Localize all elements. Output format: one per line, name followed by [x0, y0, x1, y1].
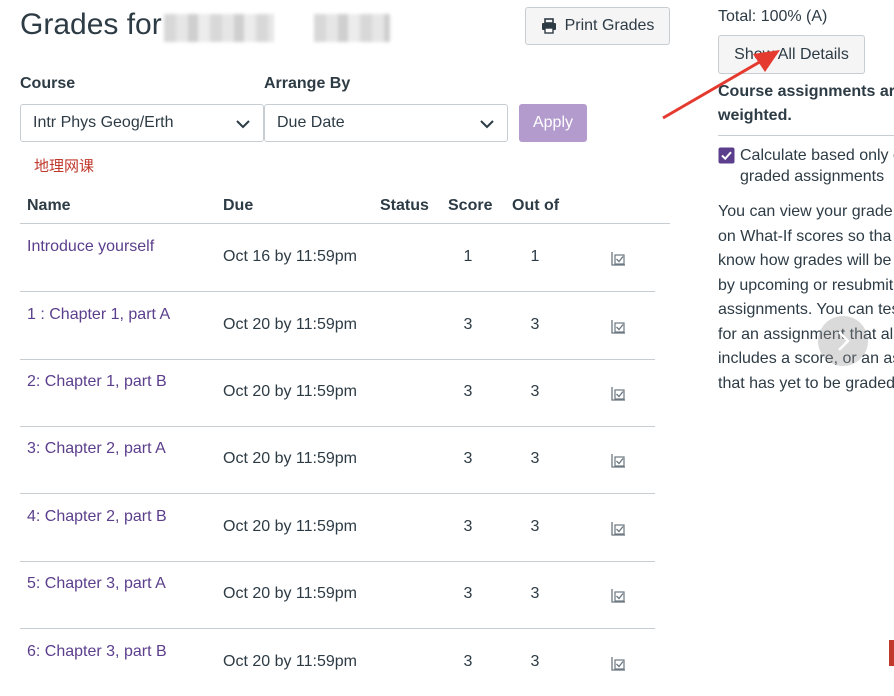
- red-arrow-annotation: [662, 50, 780, 120]
- print-grades-label: Print Grades: [564, 17, 655, 34]
- column-header-name[interactable]: Name: [27, 197, 71, 215]
- table-row: 4: Chapter 2, part B Oct 20 by 11:59pm 3…: [20, 494, 655, 562]
- out-of-value: 3: [530, 450, 540, 467]
- table-row: Introduce yourself Oct 16 by 11:59pm 1 1: [20, 224, 655, 292]
- score-value: 3: [463, 518, 473, 535]
- score-value: 1: [463, 248, 473, 265]
- chevron-down-icon: [236, 120, 250, 129]
- out-of-value: 1: [530, 248, 540, 265]
- out-of-value: 3: [530, 653, 540, 670]
- table-row: 3: Chapter 2, part A Oct 20 by 11:59pm 3…: [20, 426, 655, 494]
- assignment-link[interactable]: Introduce yourself: [27, 238, 154, 256]
- assignment-link[interactable]: 1 : Chapter 1, part A: [27, 306, 170, 324]
- calculate-graded-checkbox[interactable]: [718, 147, 735, 164]
- rubric-icon[interactable]: [610, 452, 627, 469]
- what-if-description: You can view your grade on What-If score…: [718, 200, 894, 396]
- course-select[interactable]: Intr Phys Geog/Erth: [20, 104, 264, 142]
- column-header-status[interactable]: Status: [380, 197, 429, 215]
- checkbox-label-line2: graded assignments: [740, 168, 885, 185]
- edge-marker: [889, 640, 894, 666]
- printer-icon: [541, 18, 556, 34]
- annotation-text: 地理网课: [34, 158, 95, 175]
- out-of-value: 3: [530, 518, 540, 535]
- out-of-value: 3: [530, 383, 540, 400]
- table-row: 1 : Chapter 1, part A Oct 20 by 11:59pm …: [20, 292, 655, 360]
- course-select-value: Intr Phys Geog/Erth: [33, 114, 174, 131]
- table-row: 2: Chapter 1, part B Oct 20 by 11:59pm 3…: [20, 359, 655, 427]
- rubric-icon[interactable]: [610, 385, 627, 402]
- page-title: Grades for: [20, 8, 162, 41]
- course-label: Course: [20, 75, 76, 92]
- due-date: Oct 20 by 11:59pm: [223, 653, 357, 670]
- column-header-out-of[interactable]: Out of: [512, 197, 559, 215]
- due-date: Oct 20 by 11:59pm: [223, 585, 357, 602]
- score-value: 3: [463, 316, 473, 333]
- due-date: Oct 20 by 11:59pm: [223, 383, 357, 400]
- score-value: 3: [463, 450, 473, 467]
- column-header-score[interactable]: Score: [448, 197, 492, 215]
- rubric-icon[interactable]: [610, 587, 627, 604]
- due-date: Oct 20 by 11:59pm: [223, 316, 357, 333]
- column-header-due[interactable]: Due: [223, 197, 253, 215]
- assignment-link[interactable]: 3: Chapter 2, part A: [27, 440, 166, 458]
- rubric-icon[interactable]: [610, 655, 627, 672]
- apply-button[interactable]: Apply: [519, 104, 587, 142]
- sidebar-divider: [718, 135, 894, 136]
- print-grades-button[interactable]: Print Grades: [525, 7, 670, 45]
- next-overlay-button[interactable]: [818, 316, 868, 366]
- out-of-value: 3: [530, 316, 540, 333]
- score-value: 3: [463, 383, 473, 400]
- rubric-icon[interactable]: [610, 318, 627, 335]
- score-value: 3: [463, 653, 473, 670]
- rubric-icon[interactable]: [610, 520, 627, 537]
- description-line: You can view your grade: [718, 203, 893, 220]
- out-of-value: 3: [530, 585, 540, 602]
- description-line: on What-If scores so tha: [718, 227, 892, 245]
- chevron-right-icon: [838, 331, 850, 351]
- arrange-by-value: Due Date: [277, 114, 345, 131]
- description-line: that has yet to be graded: [718, 374, 894, 392]
- due-date: Oct 16 by 11:59pm: [223, 248, 357, 265]
- assignment-link[interactable]: 5: Chapter 3, part A: [27, 575, 166, 593]
- assignment-link[interactable]: 6: Chapter 3, part B: [27, 643, 167, 661]
- assignment-link[interactable]: 2: Chapter 1, part B: [27, 373, 167, 391]
- checkbox-label-line1: Calculate based only o: [740, 147, 894, 164]
- total-grade: Total: 100% (A): [718, 8, 828, 25]
- description-line: know how grades will be: [718, 252, 892, 269]
- arrange-by-select[interactable]: Due Date: [264, 104, 508, 142]
- table-row: 6: Chapter 3, part B Oct 20 by 11:59pm 3…: [20, 629, 655, 696]
- score-value: 3: [463, 585, 473, 602]
- description-line: by upcoming or resubmit: [718, 276, 894, 294]
- table-row: 5: Chapter 3, part A Oct 20 by 11:59pm 3…: [20, 561, 655, 629]
- chevron-down-icon: [480, 120, 494, 129]
- redacted-student-name: [164, 14, 274, 42]
- due-date: Oct 20 by 11:59pm: [223, 450, 357, 467]
- due-date: Oct 20 by 11:59pm: [223, 518, 357, 535]
- redacted-student-name-2: [314, 14, 390, 42]
- assignment-link[interactable]: 4: Chapter 2, part B: [27, 508, 167, 526]
- rubric-icon[interactable]: [610, 250, 627, 267]
- arrange-by-label: Arrange By: [264, 75, 351, 92]
